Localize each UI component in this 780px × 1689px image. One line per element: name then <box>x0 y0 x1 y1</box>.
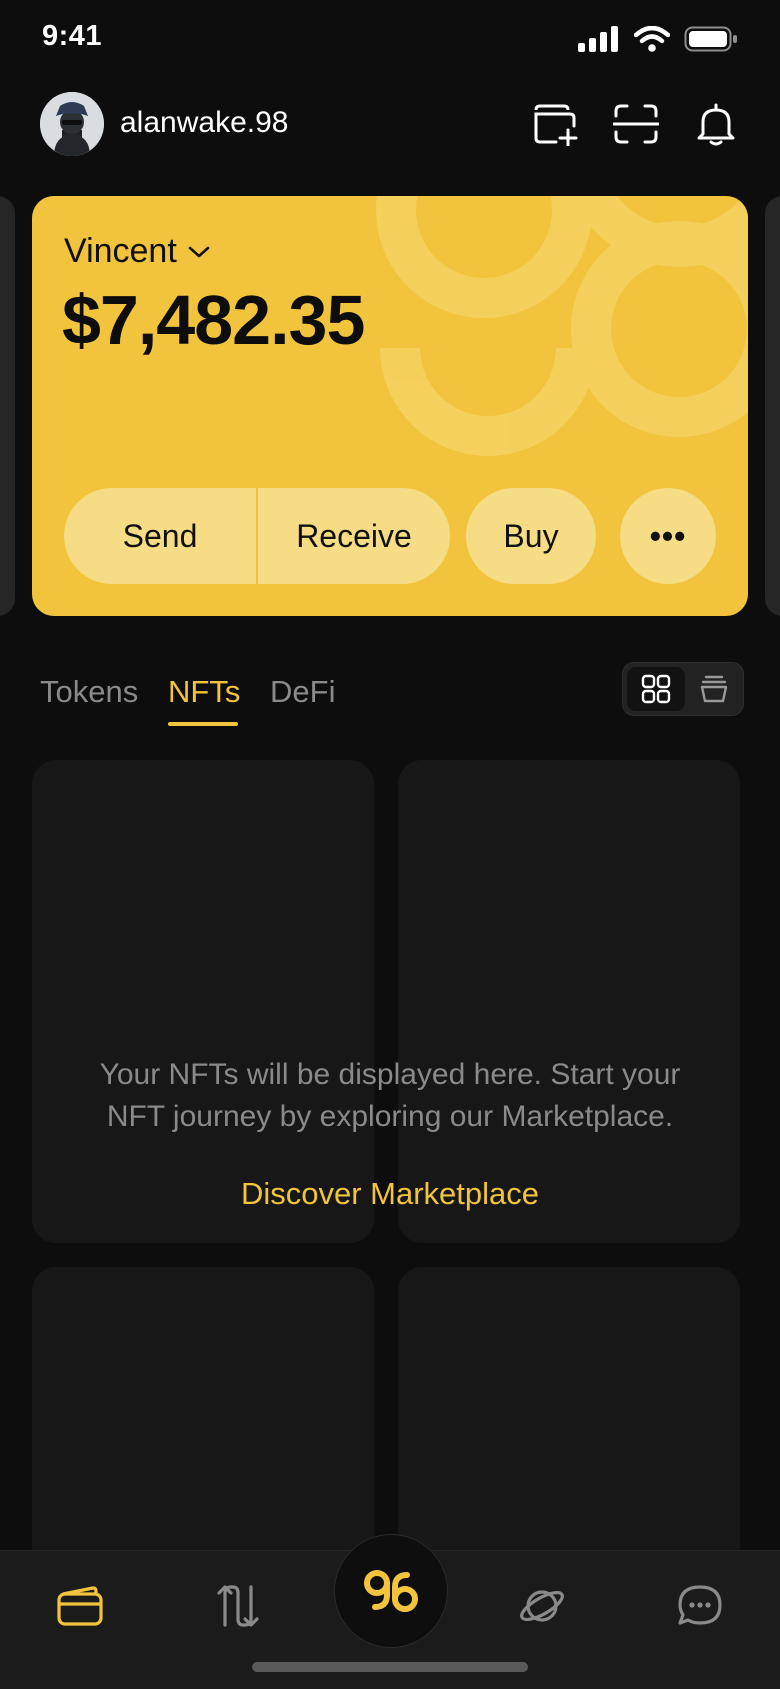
nft-empty-line-1: Your NFTs will be displayed here. Start … <box>99 1058 681 1091</box>
stack-view-button[interactable] <box>685 667 743 711</box>
balance-amount: $7,482.35 <box>62 281 365 359</box>
home-indicator[interactable] <box>252 1662 528 1672</box>
bell-icon <box>697 103 735 146</box>
previous-wallet-card-peek[interactable] <box>0 196 15 616</box>
receive-button[interactable]: Receive <box>258 488 450 584</box>
wifi-icon <box>634 26 670 52</box>
receive-label: Receive <box>296 517 412 554</box>
nft-empty-message: Your NFTs will be displayed here. Start … <box>60 1054 720 1138</box>
active-tab-indicator <box>168 722 238 726</box>
nft-placeholder-card <box>398 760 740 1243</box>
buy-label: Buy <box>503 517 559 554</box>
nav-explore[interactable] <box>510 1574 574 1638</box>
view-toggle <box>622 662 744 716</box>
discover-marketplace-link[interactable]: Discover Marketplace <box>60 1176 720 1212</box>
nft-placeholder-card <box>32 760 374 1243</box>
swap-icon <box>217 1585 259 1627</box>
tab-tokens[interactable]: Tokens <box>40 674 138 710</box>
tab-defi[interactable]: DeFi <box>270 674 335 710</box>
send-receive-group: Send Receive <box>64 488 450 584</box>
nav-swap[interactable] <box>206 1574 270 1638</box>
explore-icon <box>520 1590 564 1622</box>
avatar[interactable] <box>40 92 104 156</box>
brand-logo-icon <box>364 1570 418 1612</box>
nav-home-brand[interactable] <box>334 1534 448 1648</box>
scan-button[interactable] <box>610 98 662 150</box>
status-time: 9:41 <box>42 20 103 52</box>
wallet-card: Vincent $7,482.35 Send Receive Buy ••• <box>32 196 748 616</box>
scan-icon <box>613 104 659 144</box>
stack-icon <box>700 675 728 703</box>
notifications-button[interactable] <box>690 98 742 150</box>
chat-icon <box>678 1585 722 1625</box>
wallet-icon <box>57 1586 103 1626</box>
account-name: Vincent <box>64 232 177 270</box>
more-actions-button[interactable]: ••• <box>620 488 716 584</box>
tab-nfts[interactable]: NFTs <box>168 674 240 710</box>
add-wallet-button[interactable] <box>530 98 582 150</box>
grid-view-button[interactable] <box>627 667 685 711</box>
send-button[interactable]: Send <box>64 488 256 584</box>
nav-wallet[interactable] <box>48 1574 112 1638</box>
account-selector[interactable]: Vincent <box>64 232 211 271</box>
nft-empty-line-2: NFT journey by exploring our Marketplace… <box>106 1100 674 1133</box>
username[interactable]: alanwake.98 <box>120 106 288 140</box>
cellular-signal-icon <box>578 26 618 52</box>
add-wallet-icon <box>534 104 578 146</box>
next-wallet-card-peek[interactable] <box>765 196 780 616</box>
chevron-down-icon <box>188 246 210 257</box>
grid-icon <box>641 674 671 704</box>
more-icon: ••• <box>649 517 687 554</box>
nav-chat[interactable] <box>668 1574 732 1638</box>
buy-button[interactable]: Buy <box>466 488 596 584</box>
avatar-image <box>40 92 104 156</box>
send-label: Send <box>122 517 198 554</box>
battery-icon <box>684 26 737 52</box>
status-icons <box>578 26 738 52</box>
